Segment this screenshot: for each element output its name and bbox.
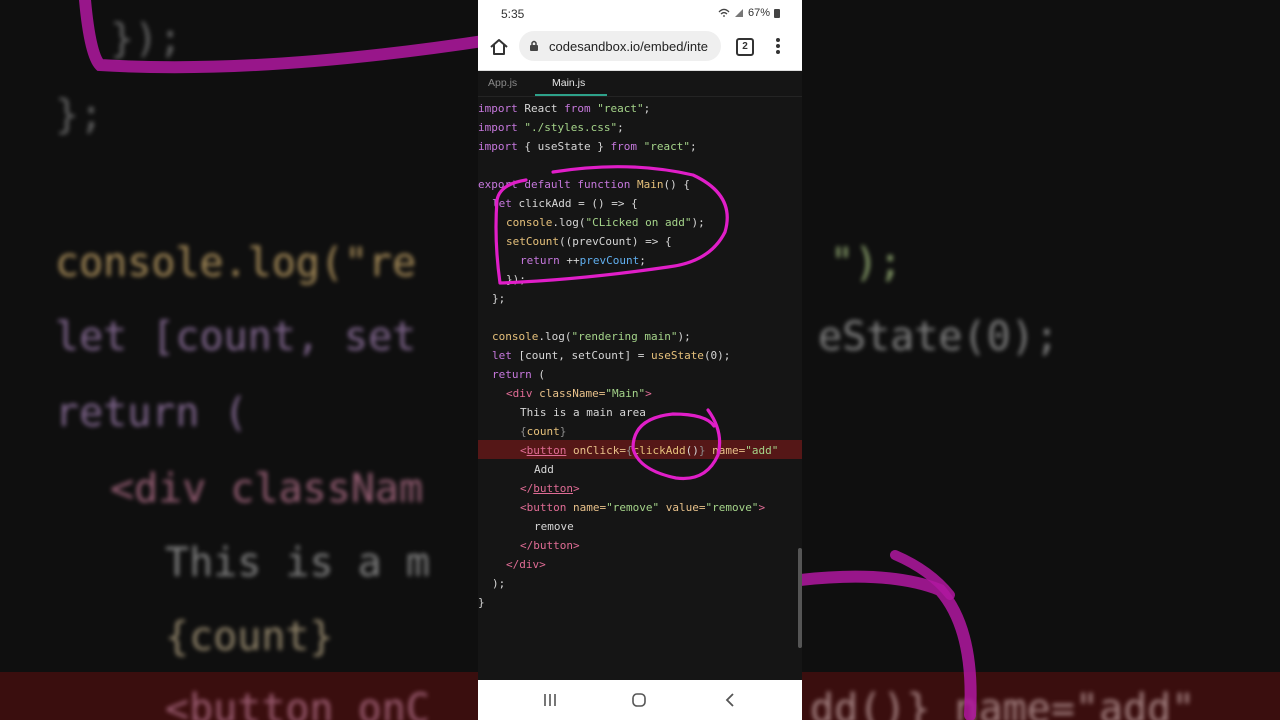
- phone-screen: 5:35 67% codesandbox.io/embed/inte 2 App…: [478, 0, 802, 720]
- code-line-22: <button name="remove" value="remove">: [520, 501, 766, 514]
- code-line-21: </button>: [520, 482, 580, 495]
- tab-app-js[interactable]: App.js: [488, 77, 517, 89]
- code-line-18: {count}: [520, 425, 567, 438]
- code-line-5: export default function Main() {: [478, 178, 690, 191]
- status-bar: 5:35 67%: [478, 0, 802, 28]
- code-line-19: <button onClick={clickAdd()} name="add": [520, 444, 779, 457]
- code-line-26: );: [492, 577, 506, 590]
- bg-line-7: return (: [55, 390, 248, 436]
- code-line-14: let [count, setCount] = useState(0);: [492, 349, 731, 362]
- code-line-3: import { useState } from "react";: [478, 140, 697, 153]
- bg-line-8: <div classNam: [110, 466, 424, 512]
- home-icon[interactable]: [488, 36, 510, 58]
- editor-tabs: App.js Main.js: [478, 71, 802, 97]
- tabs-icon[interactable]: 2: [736, 38, 754, 56]
- bg-annotation-stroke-bottom: [800, 550, 977, 720]
- active-tab-indicator: [535, 94, 607, 96]
- code-line-11: };: [492, 292, 506, 305]
- code-line-24: </button>: [520, 539, 580, 552]
- bg-line-2: };: [55, 92, 104, 138]
- address-bar[interactable]: codesandbox.io/embed/inte: [519, 31, 721, 61]
- code-line-9: return ++prevCount;: [520, 254, 646, 267]
- code-line-20: Add: [534, 463, 554, 476]
- lock-icon: [530, 40, 538, 51]
- code-line-8: setCount((prevCount) => {: [506, 235, 672, 248]
- browser-toolbar: codesandbox.io/embed/inte 2: [478, 28, 802, 71]
- code-line-10: });: [506, 273, 526, 286]
- bg-line-6: eState(0);: [818, 314, 1059, 360]
- signal-icon: [734, 9, 743, 17]
- nav-home-icon[interactable]: [629, 692, 649, 708]
- code-line-27: }: [478, 596, 485, 609]
- status-icons: 67%: [718, 7, 780, 19]
- battery-icon: [774, 9, 780, 18]
- code-line-2: import "./styles.css";: [478, 121, 624, 134]
- status-time: 5:35: [501, 7, 525, 21]
- code-line-13: console.log("rendering main");: [492, 330, 691, 343]
- code-line-15: return (: [492, 368, 545, 381]
- bg-line-4: ");: [830, 240, 903, 286]
- bg-line-9: This is a m: [165, 540, 430, 586]
- bg-line-11: <button onC: [165, 686, 430, 720]
- bg-annotation-stroke-top: [79, 0, 496, 74]
- bg-line-3: console.log("re: [55, 240, 417, 286]
- wifi-icon: [718, 8, 730, 17]
- recents-icon[interactable]: [540, 692, 560, 708]
- more-vert-icon[interactable]: [770, 36, 786, 58]
- tab-main-js[interactable]: Main.js: [552, 77, 585, 89]
- back-icon[interactable]: [720, 692, 740, 708]
- code-line-16: <div className="Main">: [506, 387, 652, 400]
- code-line-25: </div>: [506, 558, 546, 571]
- android-nav-bar: [478, 680, 802, 720]
- code-line-6: let clickAdd = () => {: [492, 197, 638, 210]
- code-line-23: remove: [534, 520, 574, 533]
- url-text: codesandbox.io/embed/inte: [549, 39, 709, 54]
- battery-percent: 67%: [747, 7, 770, 19]
- code-line-17: This is a main area: [520, 406, 646, 419]
- code-line-7: console.log("CLicked on add");: [506, 216, 705, 229]
- bg-line-10: {count}: [165, 614, 334, 660]
- code-line-1: import React from "react";: [478, 102, 651, 115]
- bg-line-5: let [count, set: [55, 314, 417, 360]
- editor-scrollbar[interactable]: [798, 548, 802, 648]
